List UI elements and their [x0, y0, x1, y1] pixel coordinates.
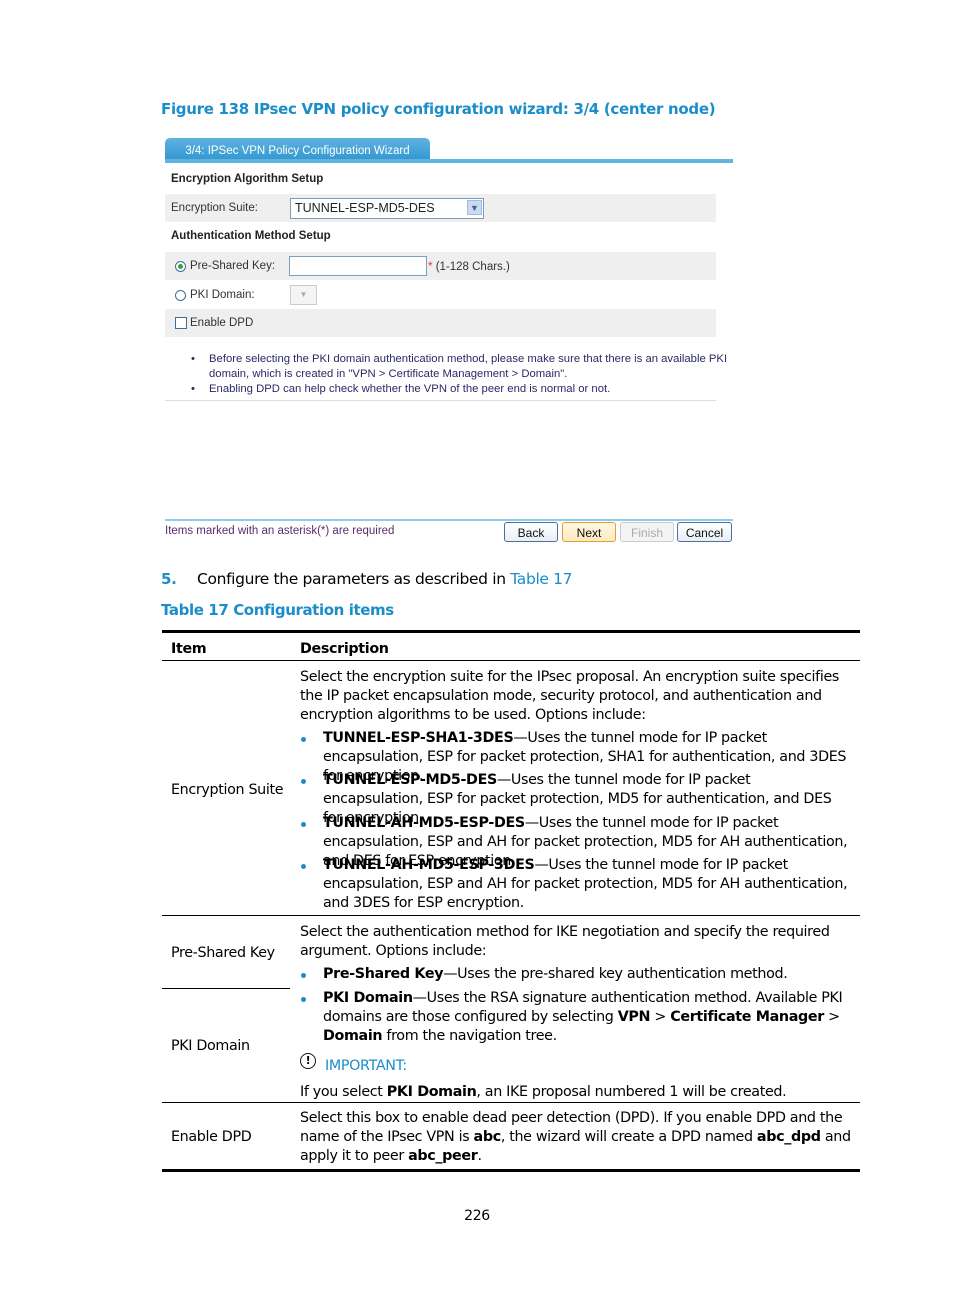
pki-label: PKI Domain: — [190, 289, 255, 301]
bullet-icon — [301, 864, 306, 869]
pki-radio[interactable] — [175, 290, 186, 301]
page-number: 226 — [464, 1208, 490, 1224]
important-text: If you select PKI Domain, an IKE proposa… — [300, 1084, 787, 1100]
tab-underline — [165, 159, 733, 163]
divider — [165, 400, 716, 401]
finish-button[interactable]: Finish — [620, 522, 674, 542]
wizard-panel: 3/4: IPSec VPN Policy Configuration Wiza… — [165, 136, 733, 546]
important-icon: ! — [300, 1053, 316, 1069]
psk-label: Pre-Shared Key: — [190, 260, 276, 272]
divider — [165, 519, 733, 521]
option-pre-shared-key: Pre-Shared Key—Uses the pre-shared key a… — [323, 966, 788, 982]
header-item: Item — [171, 641, 207, 657]
step-text: Configure the parameters as described in… — [197, 570, 573, 588]
bullet-icon — [301, 737, 306, 742]
bullet-icon — [301, 779, 306, 784]
bullet-icon — [301, 822, 306, 827]
header-rule — [162, 660, 860, 661]
auth-section-title: Authentication Method Setup — [171, 230, 331, 242]
encryption-suite-select[interactable]: TUNNEL-ESP-MD5-DES ▼ — [290, 198, 484, 219]
bullet-icon — [301, 973, 306, 978]
table-title: Table 17 Configuration items — [161, 601, 394, 619]
back-button[interactable]: Back — [504, 522, 558, 542]
psk-row: Pre-Shared Key: * (1-128 Chars.) — [165, 252, 716, 280]
step-number: 5. — [161, 570, 177, 588]
encryption-section-title: Encryption Algorithm Setup — [171, 173, 324, 185]
table-top-rule — [162, 630, 860, 633]
note-item: • Enabling DPD can help check whether the… — [191, 383, 611, 395]
psk-hint: * (1-128 Chars.) — [428, 261, 510, 273]
chevron-down-icon[interactable]: ▼ — [467, 200, 482, 215]
bullet-icon — [301, 997, 306, 1002]
required-note: Items marked with an asterisk(*) are req… — [165, 525, 395, 537]
dpd-label: Enable DPD — [190, 317, 254, 329]
row-rule — [162, 915, 860, 916]
pki-domain-select[interactable]: ▼ — [290, 285, 317, 305]
encryption-suite-label: Encryption Suite: — [171, 202, 258, 214]
item-enable-dpd: Enable DPD — [171, 1129, 252, 1145]
option-ah-md5-esp-3des: TUNNEL-AH-MD5-ESP-3DES—Uses the tunnel m… — [323, 857, 848, 911]
encryption-suite-row: Encryption Suite: TUNNEL-ESP-MD5-DES ▼ — [165, 194, 716, 222]
figure-title: Figure 138 IPsec VPN policy configuratio… — [161, 100, 716, 118]
header-description: Description — [300, 641, 389, 657]
psk-input[interactable] — [289, 256, 427, 276]
desc-pre-shared-key-intro: Select the authentication method for IKE… — [300, 924, 830, 959]
next-button[interactable]: Next — [562, 522, 616, 542]
pki-row: PKI Domain: ▼ — [165, 281, 716, 309]
table-bottom-rule — [162, 1169, 860, 1172]
note-item: • Before selecting the PKI domain authent… — [191, 353, 728, 380]
desc-encryption-suite-intro: Select the encryption suite for the IPse… — [300, 669, 840, 723]
psk-radio[interactable] — [175, 261, 186, 272]
table-link[interactable]: Table 17 — [510, 570, 572, 588]
cancel-button[interactable]: Cancel — [677, 522, 732, 542]
desc-enable-dpd: Select this box to enable dead peer dete… — [300, 1110, 851, 1164]
dpd-row: Enable DPD — [165, 309, 716, 337]
encryption-suite-value: TUNNEL-ESP-MD5-DES — [295, 201, 435, 215]
option-pki-domain: PKI Domain—Uses the RSA signature authen… — [323, 990, 843, 1044]
important-label: IMPORTANT: — [325, 1058, 407, 1074]
row-rule — [162, 1102, 860, 1103]
item-pre-shared-key: Pre-Shared Key — [171, 945, 275, 961]
item-pki-domain: PKI Domain — [171, 1038, 250, 1054]
row-rule — [162, 988, 290, 989]
dpd-checkbox[interactable] — [175, 317, 187, 329]
item-encryption-suite: Encryption Suite — [171, 782, 284, 798]
notes-list: • Before selecting the PKI domain authent… — [191, 352, 731, 397]
